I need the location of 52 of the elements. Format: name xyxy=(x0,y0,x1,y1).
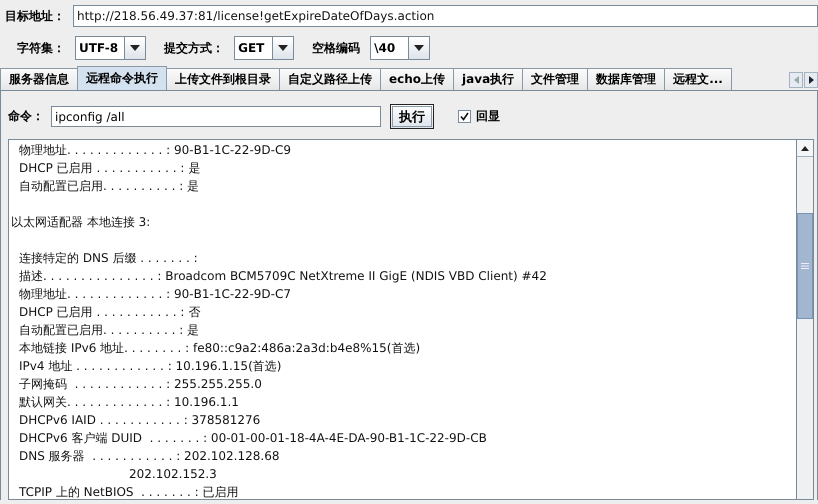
scrollbar[interactable] xyxy=(796,140,813,499)
output-line: 自动配置已启用. . . . . . . . . . : 是 xyxy=(19,323,200,337)
output-line: IPv4 地址 . . . . . . . . . . . . : 10.196.1.15(首选) xyxy=(19,359,282,373)
output-line: DHCPv6 IAID . . . . . . . . . . . : 378581276 xyxy=(19,413,260,427)
tab[interactable]: 远程文... xyxy=(664,68,732,90)
field-label: 字符集： xyxy=(17,40,65,56)
tab[interactable]: 数据库管理 xyxy=(587,68,666,90)
output-line: 本地链接 IPv6 地址. . . . . . . . : fe80::c9a2:486a:2a3d:b4e8%15(首选) xyxy=(19,341,420,355)
dropdown[interactable]: GET xyxy=(234,36,294,60)
output-line: 连接特定的 DNS 后缀 . . . . . . . : xyxy=(19,251,198,265)
right-arrow-icon xyxy=(808,76,814,84)
execute-button[interactable]: 执行 xyxy=(390,104,434,129)
output-line: DHCPv6 客户端 DUID . . . . . . . : 00-01-00-01-18-4A-4E-DA-90-B1-1C-22-9D-CB xyxy=(19,431,487,445)
output-line: 物理地址. . . . . . . . . . . . . : 90-B1-1C-22-9D-C9 xyxy=(19,143,291,157)
tab[interactable]: 服务器信息 xyxy=(0,68,78,90)
output-line: 子网掩码 . . . . . . . . . . . . : 255.255.255.0 xyxy=(19,377,262,391)
tab[interactable]: java执行 xyxy=(453,68,524,90)
checkmark-icon xyxy=(460,112,469,121)
dropdown-arrow-icon xyxy=(414,45,424,51)
up-arrow-icon xyxy=(801,146,809,150)
checkbox-label: 回显 xyxy=(476,108,500,125)
dropdown-arrow-icon xyxy=(130,45,140,51)
tab[interactable]: echo上传 xyxy=(380,68,454,90)
output-line: 物理地址. . . . . . . . . . . . . : 90-B1-1C-22-9D-C7 xyxy=(19,287,291,301)
scroll-thumb[interactable] xyxy=(797,213,813,319)
output-line: DHCP 已启用 . . . . . . . . . . . : 是 xyxy=(19,161,200,175)
output-line: DHCP 已启用 . . . . . . . . . . . : 否 xyxy=(19,305,200,319)
left-arrow-icon xyxy=(794,76,798,84)
tab[interactable]: 文件管理 xyxy=(522,68,588,90)
tab[interactable]: 自定义路径上传 xyxy=(279,68,381,90)
grip-icon xyxy=(801,263,809,269)
tab[interactable]: 远程命令执行 xyxy=(77,66,167,90)
output-heading: 以太网适配器 本地连接 3: xyxy=(11,215,150,229)
field-label: 命令： xyxy=(8,108,44,125)
scroll-right-button[interactable] xyxy=(804,72,818,88)
field-label: 空格编码 xyxy=(312,40,360,56)
dropdown[interactable]: UTF-8 xyxy=(75,36,146,60)
scroll-up-button[interactable] xyxy=(797,140,813,157)
dropdown-arrow-icon xyxy=(278,45,288,51)
url-field[interactable]: http://218.56.49.37:81/license!getExpireDateOfDays.action xyxy=(73,5,818,27)
field-label: 提交方式： xyxy=(164,40,224,56)
output-line: 202.102.152.3 xyxy=(129,467,217,481)
output-line: 默认网关. . . . . . . . . . . . . : 10.196.1.1 xyxy=(19,395,239,409)
tab[interactable]: 上传文件到根目录 xyxy=(166,68,280,90)
command-field[interactable]: ipconfig /all xyxy=(51,106,381,127)
field-label: 目标地址： xyxy=(5,8,65,24)
dropdown[interactable]: \40 xyxy=(370,36,430,60)
output-line: TCPIP 上的 NetBIOS . . . . . . . : 已启用 xyxy=(19,485,238,499)
output-line: 描述. . . . . . . . . . . . . . . : Broadcom BCM5709C NetXtreme II GigE (NDIS VBD Client) #42 xyxy=(19,269,547,283)
output-line: 自动配置已启用. . . . . . . . . . : 是 xyxy=(19,179,200,193)
output-line: DNS 服务器 . . . . . . . . . . . : 202.102.128.68 xyxy=(19,449,280,463)
checkbox[interactable] xyxy=(458,110,471,123)
